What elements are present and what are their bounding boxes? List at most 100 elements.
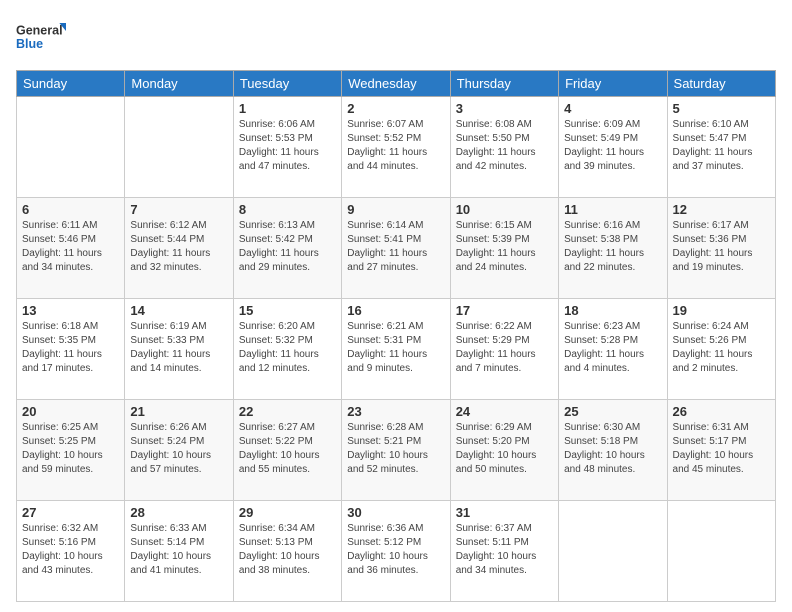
day-number: 24 [456, 404, 553, 419]
calendar-cell: 21 Sunrise: 6:26 AMSunset: 5:24 PMDayligh… [125, 400, 233, 501]
day-number: 3 [456, 101, 553, 116]
svg-text:Blue: Blue [16, 37, 43, 51]
day-info: Sunrise: 6:08 AMSunset: 5:50 PMDaylight:… [456, 118, 553, 174]
calendar-cell: 14Sunrise: 6:19 AMSunset: 5:33 PMDayligh… [125, 299, 233, 400]
calendar-cell: 28Sunrise: 6:33 AMSunset: 5:14 PMDayligh… [125, 501, 233, 602]
day-info: Sunrise: 6:22 AMSunset: 5:29 PMDaylight:… [456, 320, 553, 376]
calendar-cell: 20Sunrise: 6:25 AMSunset: 5:25 PMDayligh… [17, 400, 125, 501]
calendar-cell: 5 Sunrise: 6:10 AMSunset: 5:47 PMDaylight… [667, 97, 775, 198]
day-number: 23 [347, 404, 444, 419]
day-number: 26 [673, 404, 770, 419]
day-number: 19 [673, 303, 770, 318]
week-row-2: 6 Sunrise: 6:11 AMSunset: 5:46 PMDaylight… [17, 198, 776, 299]
day-info: Sunrise: 6:15 AMSunset: 5:39 PMDaylight:… [456, 219, 553, 275]
calendar-cell: 25 Sunrise: 6:30 AMSunset: 5:18 PMDayligh… [559, 400, 667, 501]
calendar-cell: 31 Sunrise: 6:37 AMSunset: 5:11 PMDayligh… [450, 501, 558, 602]
logo-svg: General Blue [16, 16, 66, 60]
calendar-cell: 27 Sunrise: 6:32 AMSunset: 5:16 PMDayligh… [17, 501, 125, 602]
day-number: 11 [564, 202, 661, 217]
day-number: 12 [673, 202, 770, 217]
header-monday: Monday [125, 71, 233, 97]
day-info: Sunrise: 6:25 AMSunset: 5:25 PMDaylight:… [22, 421, 119, 477]
calendar-cell: 30 Sunrise: 6:36 AMSunset: 5:12 PMDayligh… [342, 501, 450, 602]
day-number: 14 [130, 303, 227, 318]
day-info: Sunrise: 6:27 AMSunset: 5:22 PMDaylight:… [239, 421, 336, 477]
header-saturday: Saturday [667, 71, 775, 97]
day-info: Sunrise: 6:29 AMSunset: 5:20 PMDaylight:… [456, 421, 553, 477]
day-number: 4 [564, 101, 661, 116]
header-tuesday: Tuesday [233, 71, 341, 97]
day-number: 15 [239, 303, 336, 318]
day-info: Sunrise: 6:28 AMSunset: 5:21 PMDaylight:… [347, 421, 444, 477]
calendar-cell: 22 Sunrise: 6:27 AMSunset: 5:22 PMDayligh… [233, 400, 341, 501]
day-number: 2 [347, 101, 444, 116]
day-number: 7 [130, 202, 227, 217]
svg-text:General: General [16, 24, 63, 38]
day-number: 1 [239, 101, 336, 116]
week-row-1: 1Sunrise: 6:06 AMSunset: 5:53 PMDaylight… [17, 97, 776, 198]
day-number: 8 [239, 202, 336, 217]
day-info: Sunrise: 6:14 AMSunset: 5:41 PMDaylight:… [347, 219, 444, 275]
calendar-cell: 4 Sunrise: 6:09 AMSunset: 5:49 PMDaylight… [559, 97, 667, 198]
day-number: 18 [564, 303, 661, 318]
calendar-cell: 11 Sunrise: 6:16 AMSunset: 5:38 PMDayligh… [559, 198, 667, 299]
day-info: Sunrise: 6:34 AMSunset: 5:13 PMDaylight:… [239, 522, 336, 578]
calendar-cell [667, 501, 775, 602]
day-number: 25 [564, 404, 661, 419]
calendar-cell: 18 Sunrise: 6:23 AMSunset: 5:28 PMDayligh… [559, 299, 667, 400]
calendar-cell: 1Sunrise: 6:06 AMSunset: 5:53 PMDaylight… [233, 97, 341, 198]
calendar-cell: 10Sunrise: 6:15 AMSunset: 5:39 PMDayligh… [450, 198, 558, 299]
calendar-cell: 6 Sunrise: 6:11 AMSunset: 5:46 PMDaylight… [17, 198, 125, 299]
day-number: 29 [239, 505, 336, 520]
day-info: Sunrise: 6:30 AMSunset: 5:18 PMDaylight:… [564, 421, 661, 477]
calendar-cell: 2 Sunrise: 6:07 AMSunset: 5:52 PMDaylight… [342, 97, 450, 198]
day-info: Sunrise: 6:23 AMSunset: 5:28 PMDaylight:… [564, 320, 661, 376]
calendar-cell: 7 Sunrise: 6:12 AMSunset: 5:44 PMDaylight… [125, 198, 233, 299]
day-number: 6 [22, 202, 119, 217]
day-info: Sunrise: 6:24 AMSunset: 5:26 PMDaylight:… [673, 320, 770, 376]
day-number: 13 [22, 303, 119, 318]
week-row-5: 27 Sunrise: 6:32 AMSunset: 5:16 PMDayligh… [17, 501, 776, 602]
calendar-cell [17, 97, 125, 198]
day-number: 27 [22, 505, 119, 520]
calendar-cell: 17 Sunrise: 6:22 AMSunset: 5:29 PMDayligh… [450, 299, 558, 400]
day-info: Sunrise: 6:26 AMSunset: 5:24 PMDaylight:… [130, 421, 227, 477]
day-info: Sunrise: 6:13 AMSunset: 5:42 PMDaylight:… [239, 219, 336, 275]
day-info: Sunrise: 6:18 AMSunset: 5:35 PMDaylight:… [22, 320, 119, 376]
day-number: 5 [673, 101, 770, 116]
day-number: 21 [130, 404, 227, 419]
day-info: Sunrise: 6:16 AMSunset: 5:38 PMDaylight:… [564, 219, 661, 275]
calendar-cell [559, 501, 667, 602]
header-wednesday: Wednesday [342, 71, 450, 97]
day-info: Sunrise: 6:36 AMSunset: 5:12 PMDaylight:… [347, 522, 444, 578]
calendar-cell: 12 Sunrise: 6:17 AMSunset: 5:36 PMDayligh… [667, 198, 775, 299]
calendar-cell: 13 Sunrise: 6:18 AMSunset: 5:35 PMDayligh… [17, 299, 125, 400]
page: General Blue SundayMondayTuesdayWednesda… [0, 0, 792, 612]
week-row-3: 13 Sunrise: 6:18 AMSunset: 5:35 PMDayligh… [17, 299, 776, 400]
day-info: Sunrise: 6:32 AMSunset: 5:16 PMDaylight:… [22, 522, 119, 578]
header: General Blue [16, 16, 776, 60]
day-number: 30 [347, 505, 444, 520]
day-number: 31 [456, 505, 553, 520]
day-number: 22 [239, 404, 336, 419]
day-info: Sunrise: 6:12 AMSunset: 5:44 PMDaylight:… [130, 219, 227, 275]
logo: General Blue [16, 16, 66, 60]
calendar-cell: 29 Sunrise: 6:34 AMSunset: 5:13 PMDayligh… [233, 501, 341, 602]
day-info: Sunrise: 6:37 AMSunset: 5:11 PMDaylight:… [456, 522, 553, 578]
day-info: Sunrise: 6:11 AMSunset: 5:46 PMDaylight:… [22, 219, 119, 275]
day-info: Sunrise: 6:21 AMSunset: 5:31 PMDaylight:… [347, 320, 444, 376]
day-number: 16 [347, 303, 444, 318]
calendar-cell: 3 Sunrise: 6:08 AMSunset: 5:50 PMDaylight… [450, 97, 558, 198]
day-number: 17 [456, 303, 553, 318]
header-friday: Friday [559, 71, 667, 97]
day-info: Sunrise: 6:07 AMSunset: 5:52 PMDaylight:… [347, 118, 444, 174]
day-info: Sunrise: 6:09 AMSunset: 5:49 PMDaylight:… [564, 118, 661, 174]
calendar-cell: 24 Sunrise: 6:29 AMSunset: 5:20 PMDayligh… [450, 400, 558, 501]
day-info: Sunrise: 6:33 AMSunset: 5:14 PMDaylight:… [130, 522, 227, 578]
week-row-4: 20Sunrise: 6:25 AMSunset: 5:25 PMDayligh… [17, 400, 776, 501]
day-info: Sunrise: 6:20 AMSunset: 5:32 PMDaylight:… [239, 320, 336, 376]
day-info: Sunrise: 6:10 AMSunset: 5:47 PMDaylight:… [673, 118, 770, 174]
day-info: Sunrise: 6:31 AMSunset: 5:17 PMDaylight:… [673, 421, 770, 477]
day-info: Sunrise: 6:17 AMSunset: 5:36 PMDaylight:… [673, 219, 770, 275]
calendar-cell: 19 Sunrise: 6:24 AMSunset: 5:26 PMDayligh… [667, 299, 775, 400]
